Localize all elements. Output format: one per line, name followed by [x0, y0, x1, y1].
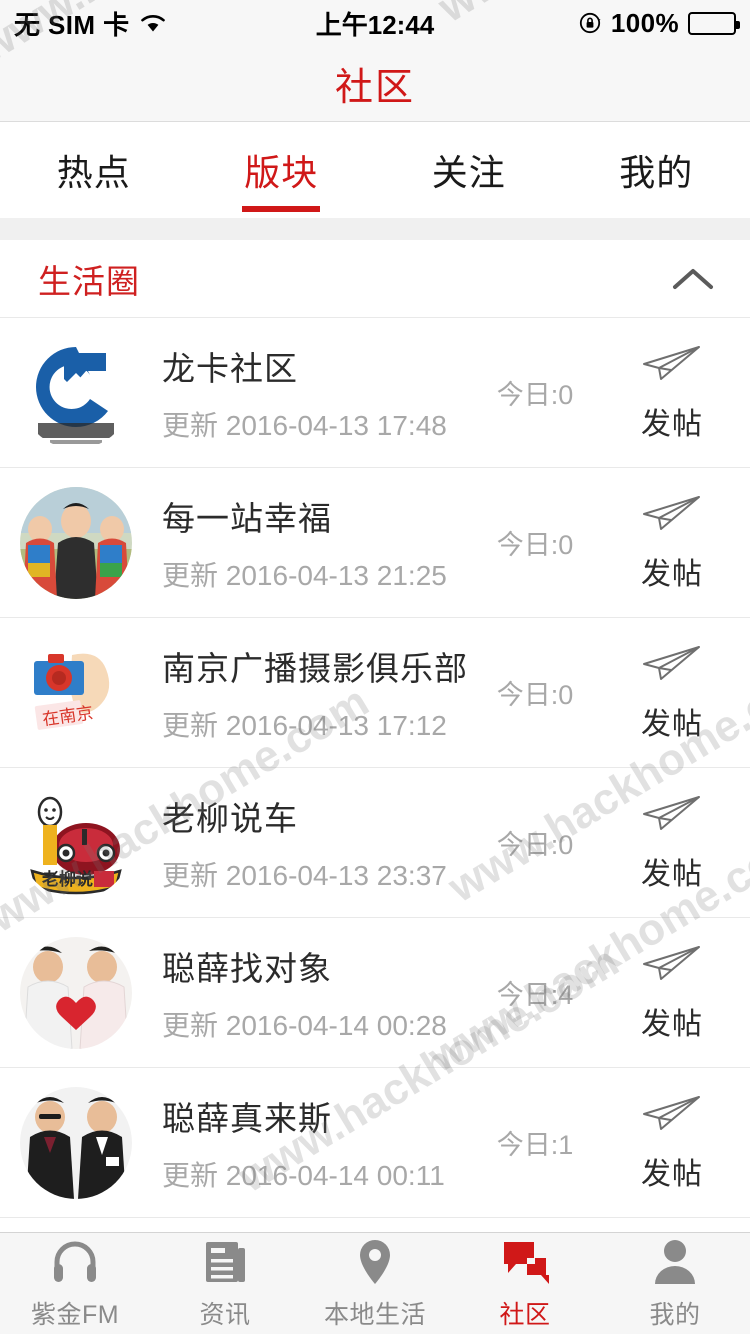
bottom-tab-mine[interactable]: 我的 — [600, 1233, 750, 1334]
bottom-tab-community-label: 社区 — [499, 1301, 551, 1329]
page-header: 社区 — [0, 46, 750, 122]
status-bar-right: 100% — [375, 7, 740, 39]
today-count: 今日:0 — [496, 380, 574, 410]
bottom-tab-mine-label: 我的 — [649, 1301, 701, 1329]
ccb-logo-avatar — [20, 336, 132, 449]
row-text-block: 南京广播摄影俱乐部 更新 2016-04-13 17:12 — [132, 642, 468, 744]
section-header-life-circle[interactable]: 生活圈 — [0, 240, 750, 318]
today-count: 今日:1 — [496, 1130, 574, 1160]
top-tab-bar: 热点 版块 关注 我的 — [0, 122, 750, 218]
section-separator-band — [0, 218, 750, 240]
table-row[interactable]: 每一站幸福 更新 2016-04-13 21:25 今日:0 发帖 — [0, 468, 750, 618]
board-update-time: 更新 2016-04-13 21:25 — [162, 559, 447, 591]
board-name: 南京广播摄影俱乐部 — [162, 649, 468, 687]
tab-hot-label: 热点 — [56, 152, 131, 193]
board-update-time: 更新 2016-04-13 17:48 — [162, 409, 447, 441]
bottom-tab-fm[interactable]: 紫金FM — [0, 1233, 150, 1334]
board-name: 聪薛找对象 — [162, 949, 332, 987]
paper-plane-icon — [641, 943, 703, 983]
board-update-time: 更新 2016-04-14 00:28 — [162, 1009, 447, 1041]
tab-following[interactable]: 关注 — [375, 122, 563, 218]
table-row[interactable]: 聪薛真来斯 更新 2016-04-14 00:11 今日:1 发帖 — [0, 1068, 750, 1218]
two-men-heart-avatar — [20, 936, 132, 1049]
chevron-up-icon[interactable] — [670, 264, 716, 294]
tab-hot[interactable]: 热点 — [0, 122, 188, 218]
paper-plane-icon — [641, 1093, 703, 1133]
board-update-time: 更新 2016-04-13 17:12 — [162, 709, 447, 741]
status-bar-left: 无 SIM 卡 — [14, 5, 375, 42]
battery-percent-label: 100% — [610, 7, 679, 38]
today-count: 今日:0 — [496, 830, 574, 860]
app-screen: 无 SIM 卡 上午12:44 100% 社区 热点 版块 关注 我的 生活圈 … — [0, 0, 750, 1334]
board-name: 老柳说车 — [162, 799, 298, 837]
news-document-icon — [199, 1236, 251, 1288]
paper-plane-icon — [641, 643, 703, 683]
post-button[interactable]: 发帖 — [610, 643, 734, 743]
post-button-label: 发帖 — [641, 1157, 703, 1191]
board-name: 聪薛真来斯 — [162, 1099, 332, 1137]
bottom-tab-news-label: 资讯 — [199, 1301, 251, 1329]
chat-bubbles-icon — [499, 1236, 551, 1288]
camera-hand-avatar: 在南京 — [20, 636, 132, 749]
tab-boards[interactable]: 版块 — [188, 122, 376, 218]
bottom-tab-local-life-label: 本地生活 — [323, 1301, 426, 1329]
tab-mine[interactable]: 我的 — [563, 122, 750, 218]
cartoon-car-avatar: 老柳说 — [20, 786, 132, 899]
row-text-block: 聪薛找对象 更新 2016-04-14 00:28 — [132, 942, 460, 1044]
post-button[interactable]: 发帖 — [610, 343, 734, 443]
wifi-icon — [139, 12, 167, 34]
row-text-block: 龙卡社区 更新 2016-04-13 17:48 — [132, 342, 460, 444]
status-bar: 无 SIM 卡 上午12:44 100% — [0, 0, 750, 46]
row-text-block: 每一站幸福 更新 2016-04-13 21:25 — [132, 492, 460, 594]
today-count: 今日:0 — [496, 680, 574, 710]
board-update-time: 更新 2016-04-13 23:37 — [162, 859, 447, 891]
page-title: 社区 — [334, 67, 415, 109]
carrier-label: 无 SIM 卡 — [14, 9, 130, 40]
person-icon — [649, 1236, 701, 1288]
today-count: 今日:0 — [496, 530, 574, 560]
tab-mine-label: 我的 — [619, 152, 694, 193]
post-button-label: 发帖 — [641, 707, 703, 741]
table-row[interactable]: 龙卡社区 更新 2016-04-13 17:48 今日:0 发帖 — [0, 318, 750, 468]
tab-boards-label: 版块 — [244, 152, 319, 193]
table-row[interactable]: 老柳说 老柳说车 更新 2016-04-13 23:37 今日:0 发帖 — [0, 768, 750, 918]
board-list: 龙卡社区 更新 2016-04-13 17:48 今日:0 发帖 每一站幸福 更… — [0, 318, 750, 1218]
paper-plane-icon — [641, 793, 703, 833]
bottom-tab-news[interactable]: 资讯 — [150, 1233, 300, 1334]
headphones-icon — [49, 1236, 101, 1288]
row-text-block: 聪薛真来斯 更新 2016-04-14 00:11 — [132, 1092, 460, 1194]
section-title: 生活圈 — [38, 262, 140, 300]
post-button-label: 发帖 — [641, 407, 703, 441]
post-button[interactable]: 发帖 — [610, 1093, 734, 1193]
board-name: 每一站幸福 — [162, 499, 332, 537]
tab-following-label: 关注 — [431, 152, 506, 193]
post-button[interactable]: 发帖 — [610, 943, 734, 1043]
bottom-tab-fm-label: 紫金FM — [30, 1301, 120, 1329]
bottom-tab-community[interactable]: 社区 — [450, 1233, 600, 1334]
row-text-block: 老柳说车 更新 2016-04-13 23:37 — [132, 792, 460, 894]
tab-boards-underline — [242, 206, 321, 212]
board-name: 龙卡社区 — [162, 349, 298, 387]
post-button-label: 发帖 — [641, 857, 703, 891]
post-button-label: 发帖 — [641, 1007, 703, 1041]
bottom-tab-bar: 紫金FM 资讯 本地生活 社区 我的 — [0, 1232, 750, 1334]
paper-plane-icon — [641, 493, 703, 533]
svg-text:老柳说: 老柳说 — [41, 869, 93, 889]
table-row[interactable]: 聪薛找对象 更新 2016-04-14 00:28 今日:4 发帖 — [0, 918, 750, 1068]
bottom-tab-local-life[interactable]: 本地生活 — [300, 1233, 450, 1334]
location-pin-icon — [349, 1236, 401, 1288]
board-update-time: 更新 2016-04-14 00:11 — [162, 1159, 445, 1191]
table-row[interactable]: 在南京 南京广播摄影俱乐部 更新 2016-04-13 17:12 今日:0 发… — [0, 618, 750, 768]
paper-plane-icon — [641, 343, 703, 383]
rotation-lock-icon — [578, 11, 602, 35]
post-button[interactable]: 发帖 — [610, 793, 734, 893]
family-photo-avatar — [20, 486, 132, 599]
post-button[interactable]: 发帖 — [610, 493, 734, 593]
battery-full-icon — [688, 11, 740, 35]
post-button-label: 发帖 — [641, 557, 703, 591]
today-count: 今日:4 — [496, 980, 574, 1010]
two-men-suits-avatar — [20, 1086, 132, 1199]
